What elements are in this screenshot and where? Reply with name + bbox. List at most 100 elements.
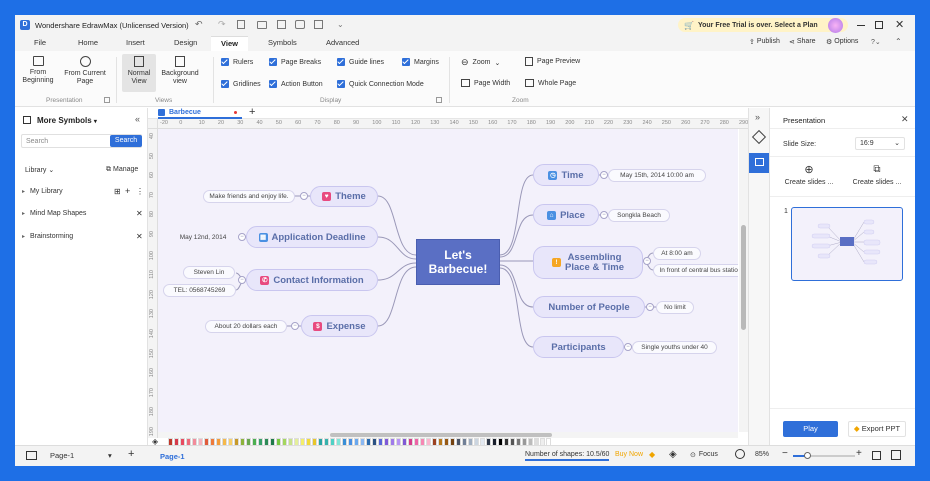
from-current-page-button[interactable]: From Current Page	[61, 56, 109, 86]
subtopic[interactable]: About 20 dollars each	[205, 320, 287, 333]
menu-home[interactable]: Home	[78, 38, 98, 47]
save-icon[interactable]	[277, 20, 286, 29]
add-icon[interactable]: +	[125, 186, 130, 196]
subtopic[interactable]: TEL: 0568745269	[163, 284, 236, 297]
zoom-dropdown[interactable]: ⊖ Zoom ⌄	[461, 57, 500, 68]
page-preview-button[interactable]: Page Preview	[525, 57, 580, 66]
fullscreen-icon[interactable]	[891, 450, 901, 460]
subtopic[interactable]: Make friends and enjoy life.	[203, 190, 295, 203]
zoom-slider[interactable]	[793, 452, 855, 459]
gridlines-checkbox[interactable]: Gridlines	[221, 80, 261, 88]
menu-file[interactable]: File	[34, 38, 46, 47]
topic-participants[interactable]: Participants	[533, 336, 624, 358]
collapse-circle[interactable]: −	[646, 303, 654, 311]
manage-button[interactable]: ⧉ Manage	[106, 166, 138, 174]
guide-lines-checkbox[interactable]: Guide lines	[337, 58, 384, 66]
redo-icon[interactable]: ↷	[218, 19, 226, 30]
more-dropdown-icon[interactable]: ⌄	[337, 20, 344, 29]
collapse-circle[interactable]: −	[600, 171, 608, 179]
close-icon[interactable]: ✕	[136, 232, 143, 241]
format-paint-icon[interactable]	[751, 129, 767, 145]
slide-thumbnail[interactable]	[791, 207, 903, 281]
import-icon[interactable]: ⊞	[114, 187, 121, 196]
collapse-circle[interactable]: −	[300, 192, 308, 200]
presentation-expand-icon[interactable]	[104, 97, 110, 103]
slide-size-select[interactable]: 16:9 ⌄	[855, 137, 905, 150]
page-breaks-checkbox[interactable]: Page Breaks	[269, 58, 321, 66]
open-folder-icon[interactable]	[257, 21, 267, 29]
page-tab[interactable]: Page-1	[160, 452, 185, 461]
focus-button[interactable]: ⊙ Focus	[690, 451, 718, 459]
fit-page-icon[interactable]	[872, 451, 881, 460]
whole-page-button[interactable]: Whole Page	[525, 79, 576, 87]
options-button[interactable]: ⚙ Options	[826, 38, 858, 46]
page-layout-icon[interactable]	[26, 451, 37, 460]
zoom-slider-thumb[interactable]	[804, 452, 811, 459]
new-file-icon[interactable]	[237, 20, 245, 29]
export-ppt-button[interactable]: ◆ Export PPT	[848, 421, 906, 437]
subtopic[interactable]: Steven Lin	[183, 266, 235, 279]
central-topic[interactable]: Let's Barbecue!	[416, 239, 500, 285]
library-dropdown[interactable]: Library ⌄	[25, 166, 54, 174]
collapse-circle[interactable]: −	[624, 343, 632, 351]
from-beginning-button[interactable]: From Beginning	[19, 56, 57, 85]
layers-icon[interactable]: ◈	[669, 449, 677, 460]
normal-view-button[interactable]: Normal View	[122, 54, 156, 92]
search-button[interactable]: Search	[110, 135, 142, 147]
page-select[interactable]: Page-1 ▾	[50, 451, 115, 460]
scrollbar-thumb[interactable]	[741, 225, 746, 330]
add-page-icon[interactable]: +	[128, 448, 134, 460]
maximize-icon[interactable]	[875, 21, 883, 29]
topic-theme[interactable]: ♥ Theme	[310, 186, 378, 207]
collapse-circle[interactable]: −	[643, 257, 651, 265]
menu-design[interactable]: Design	[174, 38, 197, 47]
background-view-button[interactable]: Background view	[159, 56, 201, 86]
export-icon[interactable]	[314, 20, 323, 29]
library-item[interactable]: ▸ Mind Map Shapes ✕	[22, 209, 143, 218]
menu-symbols[interactable]: Symbols	[268, 38, 297, 47]
display-expand-icon[interactable]	[436, 97, 442, 103]
more-icon[interactable]: ⋮	[136, 187, 144, 196]
vertical-scrollbar[interactable]	[739, 129, 748, 432]
scrollbar-thumb[interactable]	[330, 433, 552, 437]
presentation-icon[interactable]	[749, 153, 770, 173]
collapse-circle[interactable]: −	[291, 322, 299, 330]
play-icon[interactable]	[735, 449, 745, 459]
page-width-button[interactable]: Page Width	[461, 79, 510, 87]
create-slides-button-2[interactable]: ⧉ Create slides ...	[846, 164, 908, 186]
undo-icon[interactable]: ↶	[195, 19, 203, 30]
topic-expense[interactable]: $ Expense	[301, 315, 378, 337]
menu-insert[interactable]: Insert	[126, 38, 145, 47]
margins-checkbox[interactable]: Margins	[402, 58, 439, 66]
topic-time[interactable]: ◷ Time	[533, 164, 599, 186]
create-slides-button-1[interactable]: ⊕ Create slides ...	[778, 164, 840, 186]
menu-view[interactable]: View	[211, 36, 248, 51]
menu-advanced[interactable]: Advanced	[326, 38, 359, 47]
collapse-circle[interactable]: −	[238, 233, 246, 241]
user-avatar[interactable]	[828, 18, 843, 33]
subtopic[interactable]: At 8:00 am	[653, 247, 701, 260]
close-panel-icon[interactable]: ✕	[901, 114, 909, 125]
more-symbols-title[interactable]: More Symbols ▾	[37, 116, 97, 125]
search-input[interactable]: Search	[26, 138, 48, 145]
add-tab-icon[interactable]: +	[249, 106, 255, 118]
buy-now-link[interactable]: Buy Now	[615, 451, 643, 458]
subtopic[interactable]: Single youths under 40	[632, 341, 717, 354]
quick-connection-checkbox[interactable]: Quick Connection Mode	[337, 80, 424, 88]
rulers-checkbox[interactable]: Rulers	[221, 58, 253, 66]
topic-place[interactable]: ⌂ Place	[533, 204, 599, 226]
subtopic[interactable]: In front of central bus station	[653, 264, 738, 277]
library-item[interactable]: ▸ My Library ⊞ + ⋮	[22, 186, 144, 196]
action-button-checkbox[interactable]: Action Button	[269, 80, 323, 88]
collapse-circle[interactable]: −	[238, 276, 246, 284]
mindmap-canvas[interactable]: Let's Barbecue! ♥ Theme Make friends and …	[158, 129, 738, 432]
topic-number-of-people[interactable]: Number of People	[533, 296, 645, 318]
topic-application-deadline[interactable]: ▦ Application Deadline	[246, 226, 378, 248]
close-icon[interactable]: ✕	[136, 209, 143, 218]
play-button[interactable]: Play	[783, 421, 838, 437]
share-button[interactable]: ⋖ Share	[789, 38, 816, 46]
print-icon[interactable]	[295, 20, 305, 29]
collapse-circle[interactable]: −	[600, 211, 608, 219]
trial-banner[interactable]: 🛒 Your Free Trial is over. Select a Plan	[678, 18, 848, 32]
subtopic[interactable]: May 15th, 2014 10:00 am	[608, 169, 706, 182]
